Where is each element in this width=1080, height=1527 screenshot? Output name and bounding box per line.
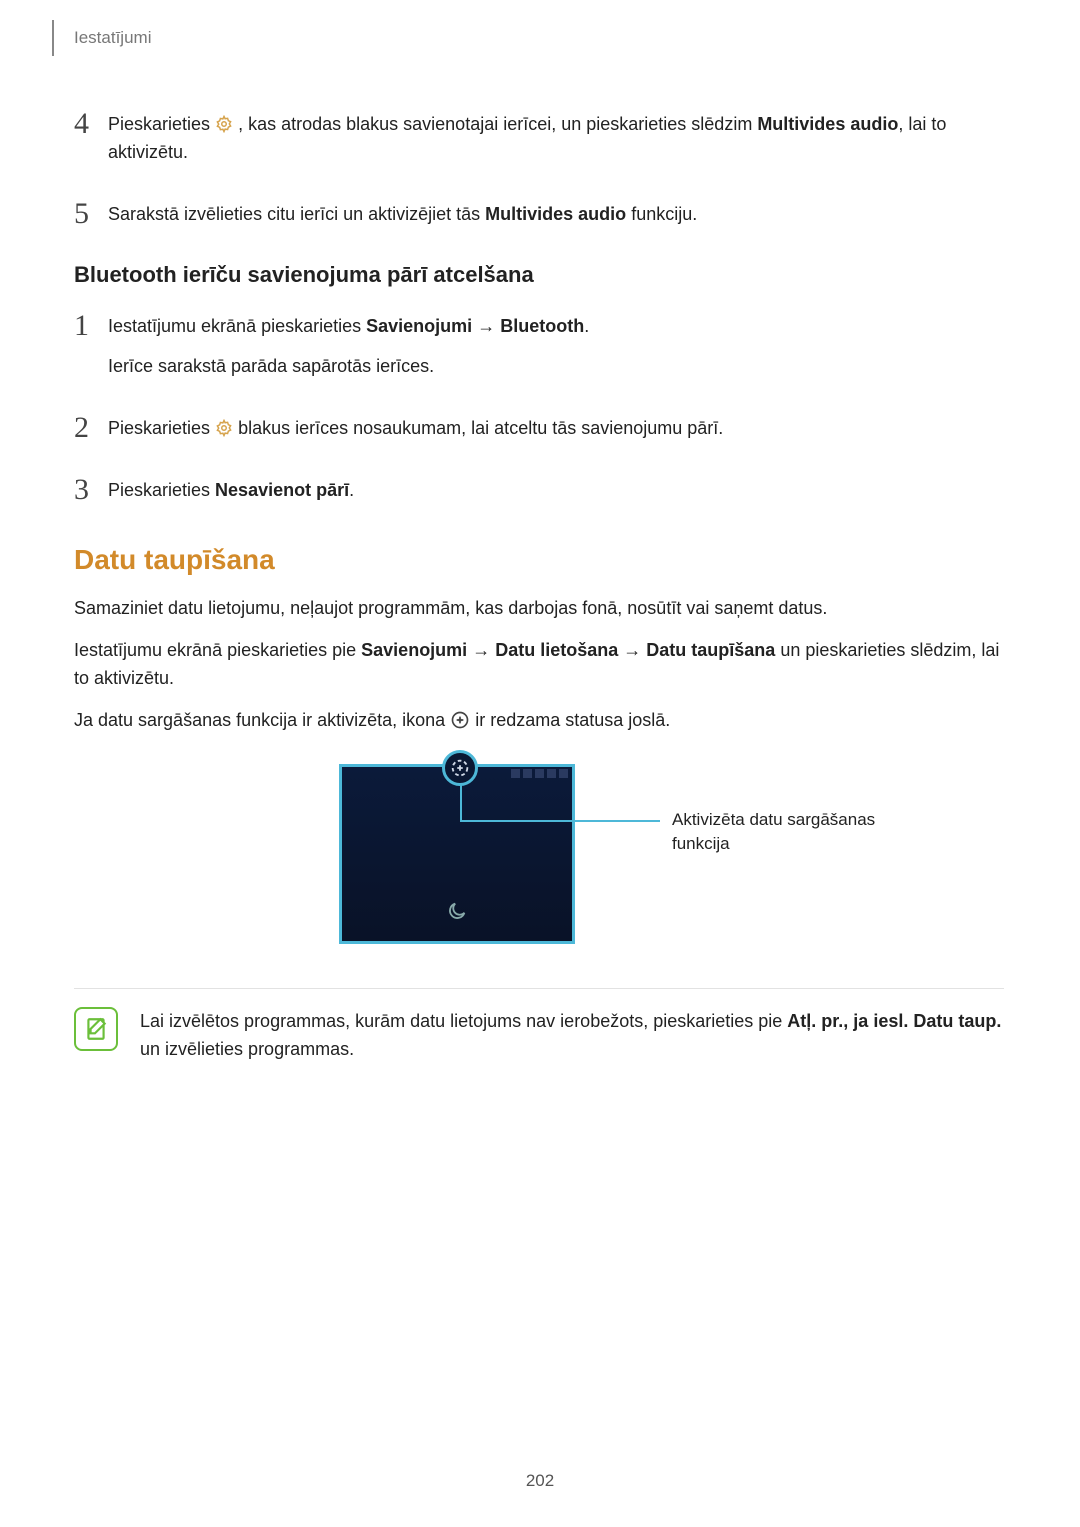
- bold-text: Nesavienot pārī: [215, 480, 349, 500]
- step-number: 3: [74, 476, 104, 504]
- note-box: Lai izvēlētos programmas, kurām datu lie…: [74, 988, 1004, 1063]
- arrow-text: →: [623, 640, 646, 660]
- step-3: 3 Pieskarieties Nesavienot pārī.: [74, 476, 1004, 504]
- header-rule: [52, 20, 54, 56]
- bold-text: Savienojumi: [361, 640, 467, 660]
- step-body: Iestatījumu ekrānā pieskarieties Savieno…: [104, 312, 589, 380]
- bold-text: Datu lietošana: [495, 640, 618, 660]
- leader-line: [460, 820, 660, 822]
- paragraph: Iestatījumu ekrānā pieskarieties pie Sav…: [74, 636, 1004, 692]
- text: .: [584, 316, 589, 336]
- step-number: 2: [74, 414, 104, 442]
- text: Pieskarieties: [108, 114, 215, 134]
- arrow-text: →: [477, 316, 500, 336]
- text: Ja datu sargāšanas funkcija ir aktivizēt…: [74, 710, 450, 730]
- page: Iestatījumi 4 Pieskarieties , kas atroda…: [0, 0, 1080, 1527]
- step-5: 5 Sarakstā izvēlieties citu ierīci un ak…: [74, 200, 1004, 228]
- note-icon: [74, 1007, 118, 1051]
- page-number: 202: [526, 1471, 554, 1491]
- figure: Aktivizēta datu sargāšanas funkcija: [74, 748, 1004, 958]
- step-1: 1 Iestatījumu ekrānā pieskarieties Savie…: [74, 312, 1004, 380]
- text: , kas atrodas blakus savienotajai ierīce…: [238, 114, 757, 134]
- step-number: 4: [74, 110, 104, 166]
- text: .: [349, 480, 354, 500]
- bold-text: Multivides audio: [757, 114, 898, 134]
- header-section-title: Iestatījumi: [74, 28, 151, 48]
- step-number: 1: [74, 312, 104, 380]
- leader-line: [460, 784, 462, 820]
- text: Pieskarieties: [108, 418, 215, 438]
- gear-icon: [215, 113, 233, 131]
- moon-icon: [446, 900, 468, 927]
- text: ir redzama statusa joslā.: [475, 710, 670, 730]
- step-body: Pieskarieties blakus ierīces nosaukumam,…: [104, 414, 723, 442]
- paragraph: Ja datu sargāšanas funkcija ir aktivizēt…: [74, 706, 1004, 734]
- screenshot: [339, 764, 575, 944]
- text: Sarakstā izvēlieties citu ierīci un akti…: [108, 204, 485, 224]
- bold-text: Datu taupīšana: [646, 640, 775, 660]
- subheading: Bluetooth ierīču savienojuma pārī atcelš…: [74, 262, 1004, 288]
- step-body: Sarakstā izvēlieties citu ierīci un akti…: [104, 200, 697, 228]
- callout-text: Aktivizēta datu sargāšanas funkcija: [672, 808, 932, 856]
- step-number: 5: [74, 200, 104, 228]
- text: funkciju.: [631, 204, 697, 224]
- step-body: Pieskarieties Nesavienot pārī.: [104, 476, 354, 504]
- text: blakus ierīces nosaukumam, lai atceltu t…: [238, 418, 723, 438]
- data-saver-badge: [442, 750, 478, 786]
- heading-data-saver: Datu taupīšana: [74, 544, 1004, 576]
- bold-text: Multivides audio: [485, 204, 626, 224]
- paragraph: Samaziniet datu lietojumu, neļaujot prog…: [74, 594, 1004, 622]
- step-4: 4 Pieskarieties , kas atrodas blakus sav…: [74, 110, 1004, 166]
- status-bar-icons: [498, 769, 568, 779]
- text: Lai izvēlētos programmas, kurām datu lie…: [140, 1011, 787, 1031]
- step-body: Pieskarieties , kas atrodas blakus savie…: [104, 110, 1004, 166]
- step-2: 2 Pieskarieties blakus ierīces nosaukuma…: [74, 414, 1004, 442]
- text: un izvēlieties programmas.: [140, 1039, 354, 1059]
- text: Iestatījumu ekrānā pieskarieties pie: [74, 640, 361, 660]
- content-area: 4 Pieskarieties , kas atrodas blakus sav…: [74, 110, 1004, 1063]
- step-subtext: Ierīce sarakstā parāda sapārotās ierīces…: [108, 352, 589, 380]
- data-saver-icon: [450, 710, 470, 730]
- text: Iestatījumu ekrānā pieskarieties: [108, 316, 366, 336]
- text: Pieskarieties: [108, 480, 215, 500]
- bold-text: Savienojumi: [366, 316, 472, 336]
- bold-text: Bluetooth: [500, 316, 584, 336]
- gear-icon: [215, 417, 233, 435]
- note-text: Lai izvēlētos programmas, kurām datu lie…: [118, 1007, 1004, 1063]
- bold-text: Atļ. pr., ja iesl. Datu taup.: [787, 1011, 1001, 1031]
- arrow-text: →: [472, 640, 495, 660]
